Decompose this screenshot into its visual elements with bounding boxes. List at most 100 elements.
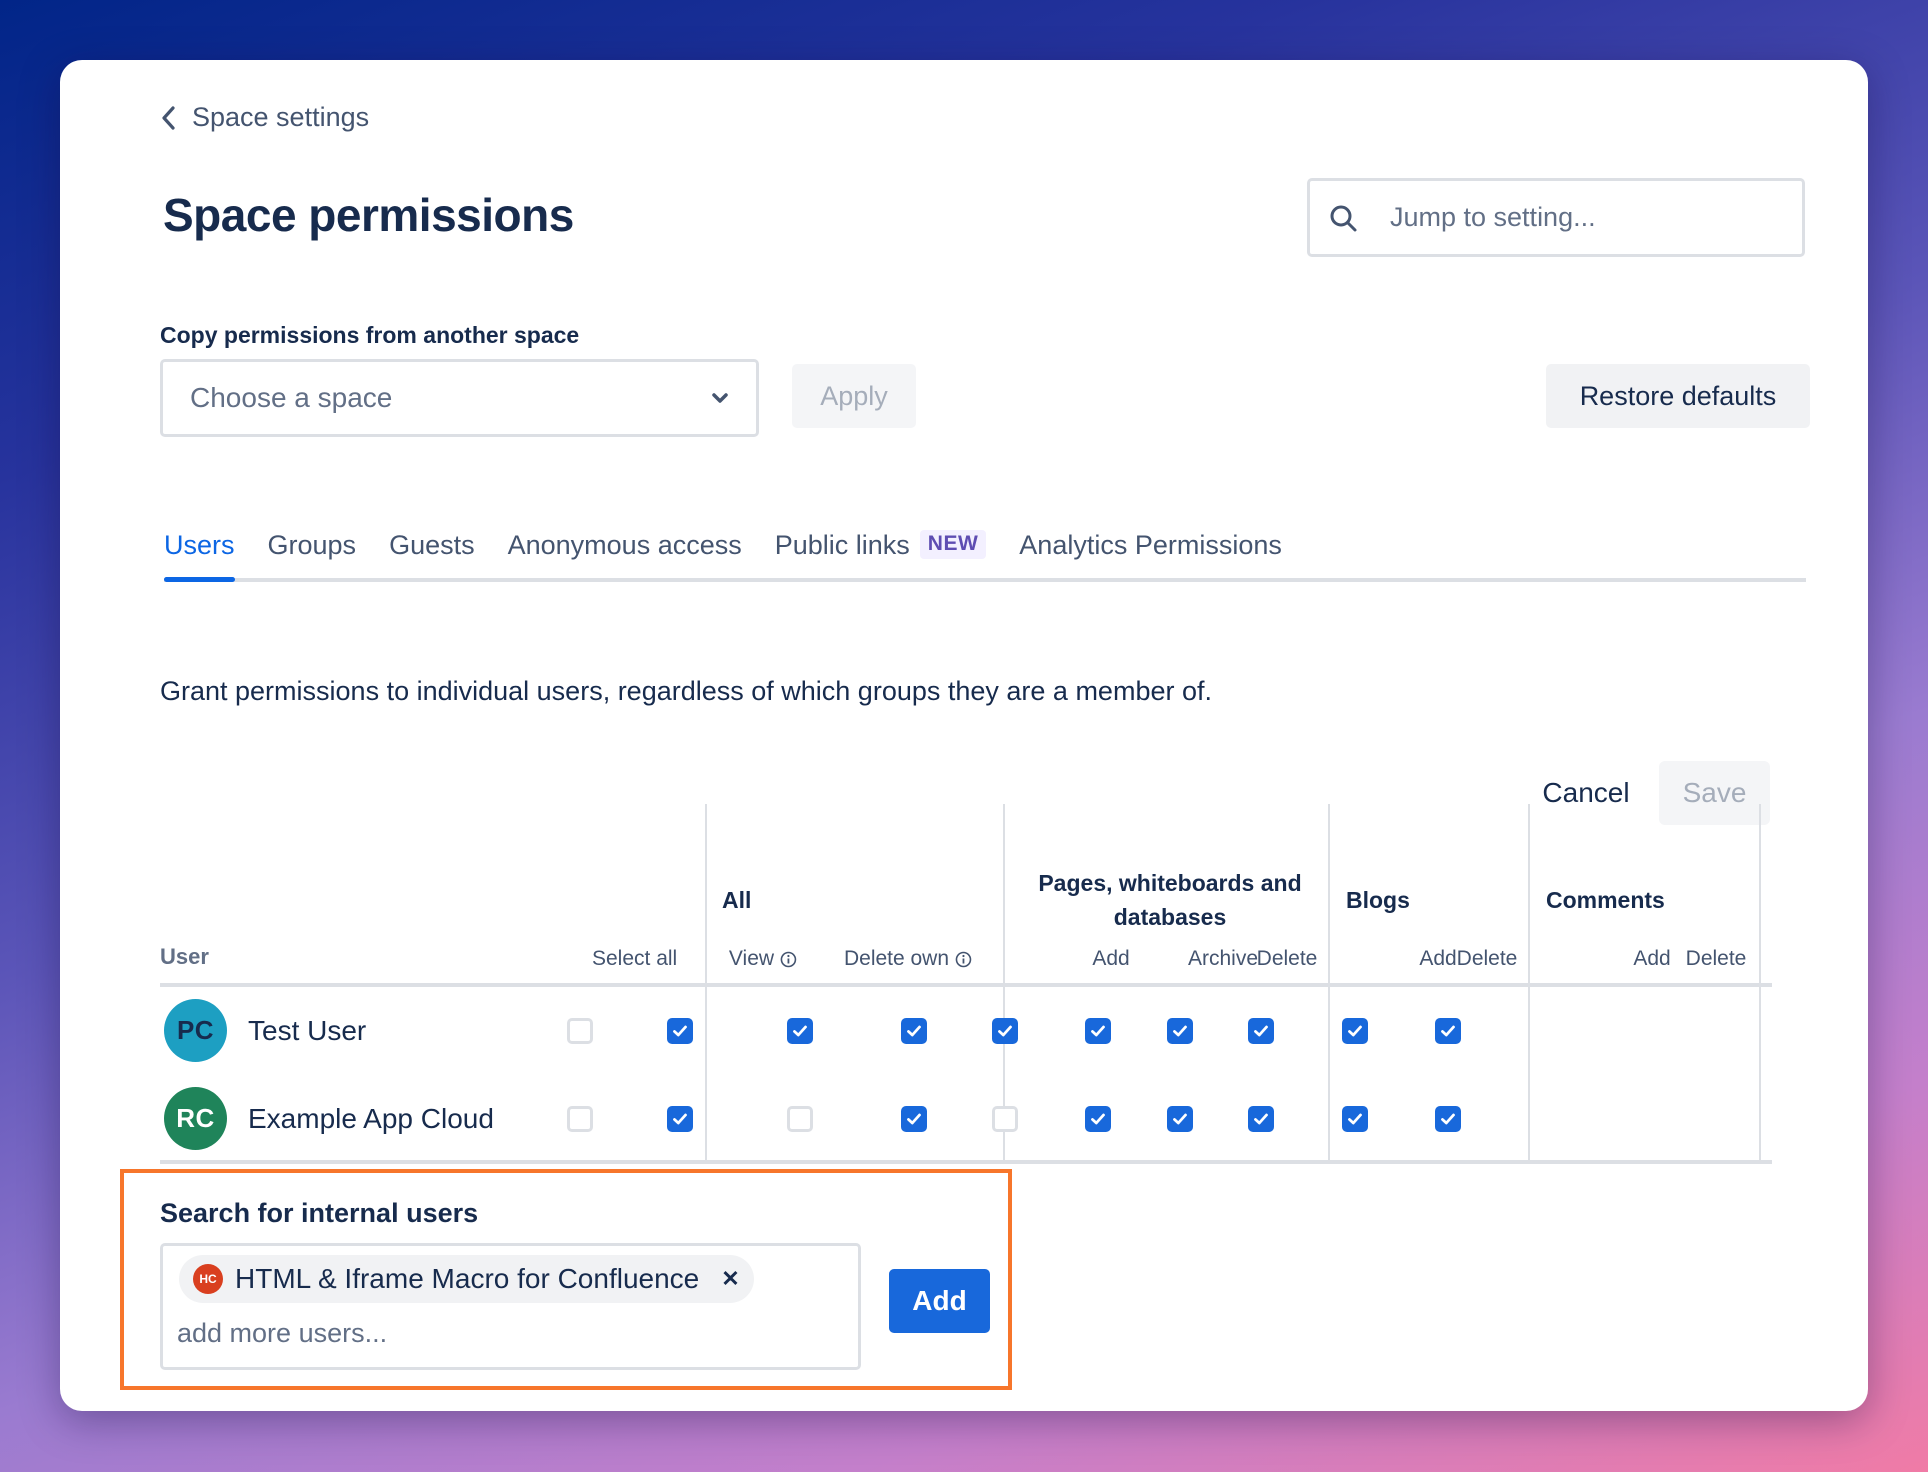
search-internal-users-label: Search for internal users — [160, 1198, 479, 1228]
table-row: PC Test User — [160, 987, 1772, 1075]
checkmark-icon — [1254, 1025, 1268, 1037]
column-header-pages-delete: Delete — [1256, 947, 1318, 970]
choose-space-placeholder: Choose a space — [190, 382, 393, 413]
checkmark-icon — [907, 1025, 921, 1037]
checkbox-pages-add[interactable] — [901, 1106, 927, 1132]
checkmark-icon — [1091, 1113, 1105, 1125]
user-name: Test User — [248, 1015, 367, 1046]
group-header-blogs: Blogs — [1346, 887, 1410, 913]
checkmark-icon — [793, 1025, 807, 1037]
tab-label: Groups — [267, 530, 357, 560]
checkmark-icon — [673, 1025, 687, 1037]
checkbox-select-all[interactable] — [567, 1018, 593, 1044]
column-divider — [1003, 804, 1005, 991]
checkbox-pages-archive[interactable] — [992, 1018, 1018, 1044]
checkbox-pages-archive[interactable] — [992, 1106, 1018, 1132]
avatar: HC — [193, 1264, 223, 1294]
tab-guests[interactable]: Guests — [389, 530, 475, 578]
selected-user-chip: HC HTML & Iframe Macro for Confluence ✕ — [179, 1255, 754, 1303]
column-header-view: View — [729, 947, 797, 971]
checkbox-comments-delete[interactable] — [1435, 1106, 1461, 1132]
checkbox-pages-delete[interactable] — [1085, 1018, 1111, 1044]
checkbox-all-delete-own[interactable] — [787, 1018, 813, 1044]
column-divider — [1759, 804, 1761, 991]
checkmark-icon — [1173, 1025, 1187, 1037]
tab-users[interactable]: Users — [164, 530, 235, 582]
checkbox-comments-add[interactable] — [1342, 1106, 1368, 1132]
back-to-space-settings-link[interactable]: Space settings — [160, 102, 369, 133]
jump-to-setting-input[interactable] — [1390, 202, 1770, 233]
column-divider — [1528, 804, 1530, 991]
table-body: PC Test User RC Example App Cloud — [160, 987, 1772, 1164]
jump-to-setting-search[interactable] — [1307, 178, 1805, 257]
checkmark-icon — [1348, 1113, 1362, 1125]
column-header-delete-own: Delete own — [844, 947, 972, 971]
user-picker-field[interactable]: HC HTML & Iframe Macro for Confluence ✕ — [160, 1243, 861, 1370]
chevron-down-icon — [712, 393, 728, 403]
restore-defaults-button[interactable]: Restore defaults — [1546, 364, 1810, 428]
column-header-blogs-delete: Delete — [1456, 947, 1518, 970]
checkmark-icon — [1441, 1113, 1455, 1125]
user-column-header: User — [160, 944, 209, 969]
select-all-column-header: Select all — [592, 947, 678, 970]
add-more-users-input[interactable] — [177, 1318, 737, 1349]
choose-space-select[interactable]: Choose a space — [160, 359, 759, 437]
tab-public-links[interactable]: Public links NEW — [775, 530, 987, 578]
info-icon[interactable] — [780, 951, 797, 968]
checkmark-icon — [907, 1113, 921, 1125]
checkbox-comments-delete[interactable] — [1435, 1018, 1461, 1044]
checkmark-icon — [1173, 1113, 1187, 1125]
back-link-label: Space settings — [192, 102, 370, 132]
column-header-pages-archive: Archive — [1187, 947, 1259, 970]
tab-label: Analytics Permissions — [1019, 530, 1282, 560]
column-header-blogs-add: Add — [1419, 947, 1457, 970]
tab-label: Anonymous access — [507, 530, 742, 560]
add-users-button[interactable]: Add — [889, 1269, 990, 1333]
permission-tabs: Users Groups Guests Anonymous access Pub… — [164, 530, 1806, 582]
column-header-comments-delete: Delete — [1685, 947, 1747, 970]
table-row: RC Example App Cloud — [160, 1075, 1772, 1163]
tab-description: Grant permissions to individual users, r… — [160, 676, 1212, 706]
checkmark-icon — [1348, 1025, 1362, 1037]
tab-label: Public links — [774, 530, 910, 560]
column-label: View — [728, 947, 775, 970]
group-header-comments: Comments — [1546, 887, 1665, 913]
checkbox-all-delete-own[interactable] — [787, 1106, 813, 1132]
tab-anonymous-access[interactable]: Anonymous access — [508, 530, 742, 578]
chevron-left-icon — [162, 105, 175, 130]
column-divider — [1328, 804, 1330, 991]
checkmark-icon — [998, 1025, 1012, 1037]
checkbox-blogs-add[interactable] — [1167, 1106, 1193, 1132]
tab-analytics-permissions[interactable]: Analytics Permissions — [1019, 530, 1282, 578]
avatar: RC — [164, 1087, 227, 1150]
group-header-pages: Pages, whiteboards and databases — [1038, 870, 1302, 930]
column-label: Delete own — [843, 947, 950, 970]
group-header-all: All — [722, 887, 752, 913]
checkbox-pages-add[interactable] — [901, 1018, 927, 1044]
checkbox-blogs-add[interactable] — [1167, 1018, 1193, 1044]
checkbox-pages-delete[interactable] — [1085, 1106, 1111, 1132]
checkbox-blogs-delete[interactable] — [1248, 1106, 1274, 1132]
permissions-table: User Select all All Pages, whiteboards a… — [160, 804, 1772, 1164]
checkbox-comments-add[interactable] — [1342, 1018, 1368, 1044]
avatar: PC — [164, 999, 227, 1062]
checkmark-icon — [1441, 1025, 1455, 1037]
search-internal-users-section: Search for internal users HC HTML & Ifra… — [120, 1169, 1012, 1390]
column-header-comments-add: Add — [1633, 947, 1671, 970]
checkbox-all-view[interactable] — [667, 1106, 693, 1132]
checkbox-blogs-delete[interactable] — [1248, 1018, 1274, 1044]
search-icon — [1330, 205, 1357, 231]
info-icon[interactable] — [955, 951, 972, 968]
column-header-pages-add: Add — [1092, 947, 1130, 970]
tab-label: Users — [164, 530, 235, 560]
checkmark-icon — [1091, 1025, 1105, 1037]
copy-permissions-label: Copy permissions from another space — [160, 322, 580, 348]
user-name: Example App Cloud — [248, 1103, 494, 1134]
apply-button[interactable]: Apply — [792, 364, 916, 428]
checkbox-all-view[interactable] — [667, 1018, 693, 1044]
checkbox-select-all[interactable] — [567, 1106, 593, 1132]
settings-card: Space settings Space permissions Copy pe… — [60, 60, 1868, 1411]
new-badge: NEW — [919, 530, 987, 559]
remove-user-icon[interactable]: ✕ — [721, 1266, 739, 1292]
tab-groups[interactable]: Groups — [268, 530, 357, 578]
